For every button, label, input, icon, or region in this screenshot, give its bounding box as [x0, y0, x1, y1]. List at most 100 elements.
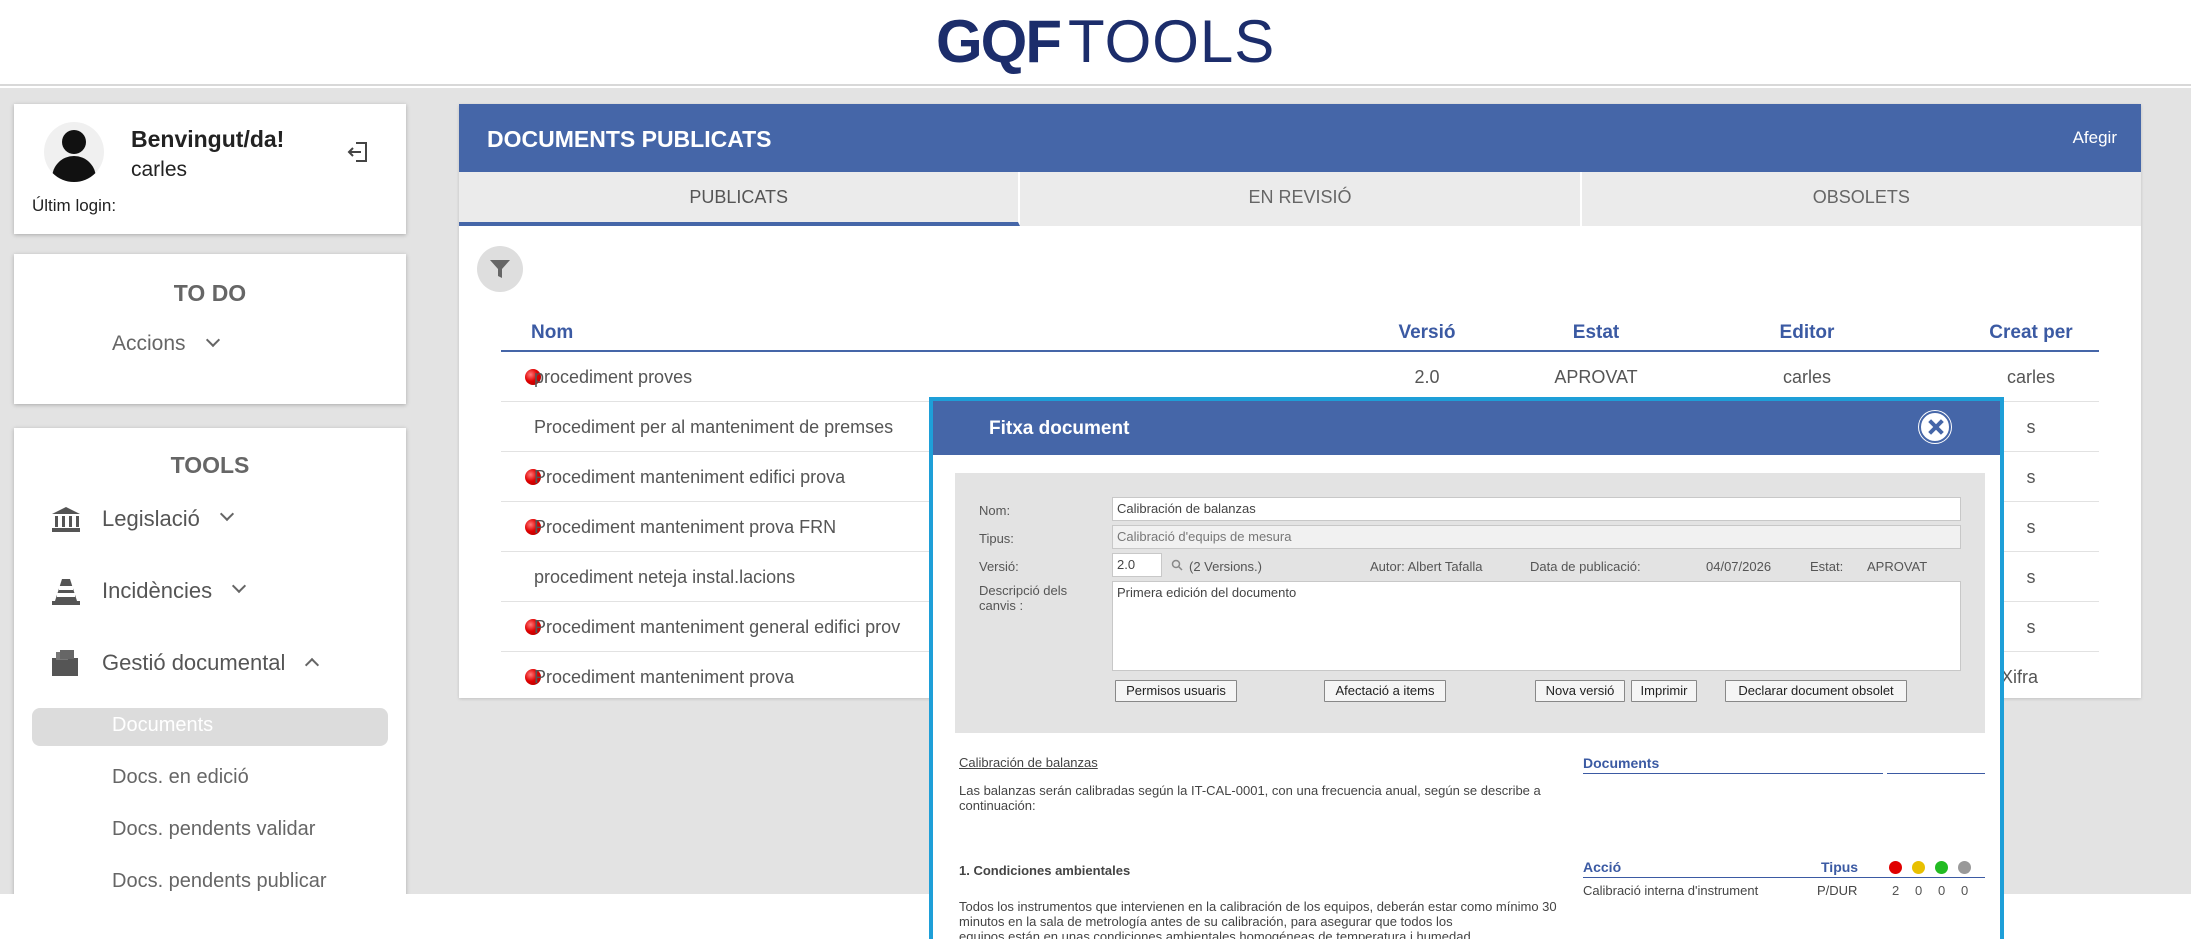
document-title-link[interactable]: Calibración de balanzas	[959, 755, 1098, 770]
magnifier-icon[interactable]	[1171, 559, 1183, 571]
count-green: 0	[1938, 883, 1946, 898]
actions-dropdown[interactable]: Accions	[112, 332, 220, 356]
col-editor[interactable]: Editor	[1737, 322, 1877, 344]
panel-header: DOCUMENTS PUBLICATS Afegir	[459, 104, 2141, 172]
sub-item-documents[interactable]: Documents	[112, 714, 213, 737]
logout-icon[interactable]	[344, 138, 372, 166]
document-modal: Fitxa document Nom: Calibración de balan…	[929, 397, 2004, 939]
action-name[interactable]: Calibració interna d'instrument	[1583, 883, 1758, 898]
traffic-cone-icon	[52, 579, 80, 605]
tools-title: TOOLS	[170, 452, 250, 478]
tab-obsolets[interactable]: OBSOLETS	[1581, 172, 2141, 226]
chevron-up-icon	[305, 657, 320, 673]
table-row[interactable]: procediment proves 2.0 APROVAT carles ca…	[501, 352, 2099, 402]
tab-bar: PUBLICATS EN REVISIÓ OBSOLETS	[459, 172, 2141, 226]
modal-header: Fitxa document	[933, 401, 2000, 455]
publication-date-label: Data de publicació:	[1530, 559, 1641, 574]
welcome-text: Benvingut/da!	[131, 126, 285, 152]
tool-label-legislacio: Legislació	[102, 506, 200, 531]
row-creator: s	[2026, 617, 2036, 637]
sub-item-docs-publicar[interactable]: Docs. pendents publicar	[112, 870, 327, 893]
tool-incidencies[interactable]: Incidències	[50, 576, 247, 606]
close-icon[interactable]	[1919, 411, 1951, 443]
new-version-button[interactable]: Nova versió	[1535, 680, 1625, 702]
sub-item-docs-edicio[interactable]: Docs. en edició	[112, 766, 249, 789]
count-red: 2	[1892, 883, 1900, 898]
count-yellow: 0	[1915, 883, 1923, 898]
tool-legislacio[interactable]: Legislació	[50, 504, 234, 534]
section-text-2: minutos en la sala de metrología antes d…	[959, 914, 1453, 929]
type-heading: Tipus	[1821, 859, 1859, 875]
page-title: DOCUMENTS PUBLICATS	[487, 126, 772, 152]
affected-items-button[interactable]: Afectació a items	[1324, 680, 1446, 702]
doc-intro-2: continuación:	[959, 798, 1036, 813]
versions-count[interactable]: (2 Versions.)	[1189, 559, 1262, 574]
divider	[1583, 773, 1883, 774]
tool-gestio-documental[interactable]: Gestió documental	[50, 648, 320, 678]
row-creator: s	[2026, 417, 2036, 437]
gqf-tools-logo[interactable]: GQF TOOLS	[936, 12, 1275, 72]
document-form: Nom: Calibración de balanzas Tipus: Cali…	[955, 473, 1985, 733]
row-name: Procediment manteniment general edifici …	[534, 617, 901, 637]
state-label: Estat:	[1810, 559, 1844, 574]
chevron-down-icon	[205, 332, 220, 348]
table-header: Nom Versió Estat Editor Creat per	[501, 314, 2099, 352]
label-versio: Versió:	[979, 559, 1019, 574]
row-creator: carles	[2006, 367, 2055, 387]
row-name: Procediment manteniment edifici prova	[534, 467, 846, 487]
declare-obsolete-button[interactable]: Declarar document obsolet	[1725, 680, 1907, 702]
todo-card: TO DO Accions	[14, 254, 406, 404]
col-versio[interactable]: Versió	[1367, 322, 1487, 344]
label-nom: Nom:	[979, 503, 1011, 518]
tab-en-revisio[interactable]: EN REVISIÓ	[1020, 172, 1582, 226]
row-creator: s	[2026, 467, 2036, 487]
action-type: P/DUR	[1817, 883, 1858, 898]
col-estat[interactable]: Estat	[1526, 322, 1666, 344]
row-name: Procediment per al manteniment de premse…	[534, 417, 894, 437]
folder-icon	[52, 650, 78, 676]
row-version: 2.0	[1414, 367, 1440, 387]
label-descripcio: Descripció dels canvis :	[979, 583, 1068, 613]
username: carles	[131, 158, 188, 181]
last-login-label: Últim login:	[32, 196, 117, 215]
author-text: Autor: Albert Tafalla	[1370, 559, 1483, 574]
filter-button[interactable]	[477, 246, 523, 292]
chevron-down-icon	[219, 506, 234, 522]
divider	[1887, 773, 1985, 774]
row-name: procediment proves	[534, 367, 693, 387]
version-field[interactable]: 2.0	[1112, 553, 1162, 577]
documents-heading: Documents	[1583, 755, 1660, 771]
row-creator: s	[2026, 567, 2036, 587]
row-name: Procediment manteniment prova FRN	[534, 517, 837, 537]
name-field[interactable]: Calibración de balanzas	[1112, 497, 1961, 521]
tool-label-incidencies: Incidències	[102, 578, 213, 603]
tools-card: TOOLS Legislació Incidències Gestió docu…	[14, 428, 406, 908]
user-permissions-button[interactable]: Permisos usuaris	[1115, 680, 1237, 702]
grey-status-icon	[1958, 861, 1971, 874]
changes-description-field[interactable]: Primera edición del documento	[1112, 581, 1961, 671]
publication-date-value: 04/07/2026	[1706, 559, 1772, 574]
divider	[1583, 877, 1985, 878]
modal-title: Fitxa document	[989, 418, 1130, 439]
tool-label-gestio: Gestió documental	[102, 650, 286, 675]
user-card: Benvingut/da! carles Últim login:	[14, 104, 406, 234]
col-creat-per[interactable]: Creat per	[1961, 322, 2101, 344]
row-editor: carles	[1782, 367, 1831, 387]
row-creator: s	[2026, 517, 2036, 537]
bank-icon	[52, 507, 80, 532]
count-grey: 0	[1961, 883, 1969, 898]
action-heading: Acció	[1583, 859, 1622, 875]
logo-gqf: GQF	[936, 8, 1062, 75]
add-link[interactable]: Afegir	[2073, 128, 2117, 148]
col-nom[interactable]: Nom	[531, 322, 573, 344]
print-button[interactable]: Imprimir	[1631, 680, 1697, 702]
label-tipus: Tipus:	[979, 531, 1014, 546]
todo-title: TO DO	[173, 280, 247, 306]
row-state: APROVAT	[1554, 367, 1638, 387]
tab-publicats[interactable]: PUBLICATS	[459, 172, 1021, 226]
type-field[interactable]: Calibració d'equips de mesura	[1112, 525, 1961, 549]
state-value: APROVAT	[1867, 559, 1928, 574]
top-header: GQF TOOLS	[0, 0, 2191, 86]
sub-item-docs-validar[interactable]: Docs. pendents validar	[112, 818, 315, 841]
doc-intro-1: Las balanzas serán calibradas según la I…	[959, 783, 1541, 798]
